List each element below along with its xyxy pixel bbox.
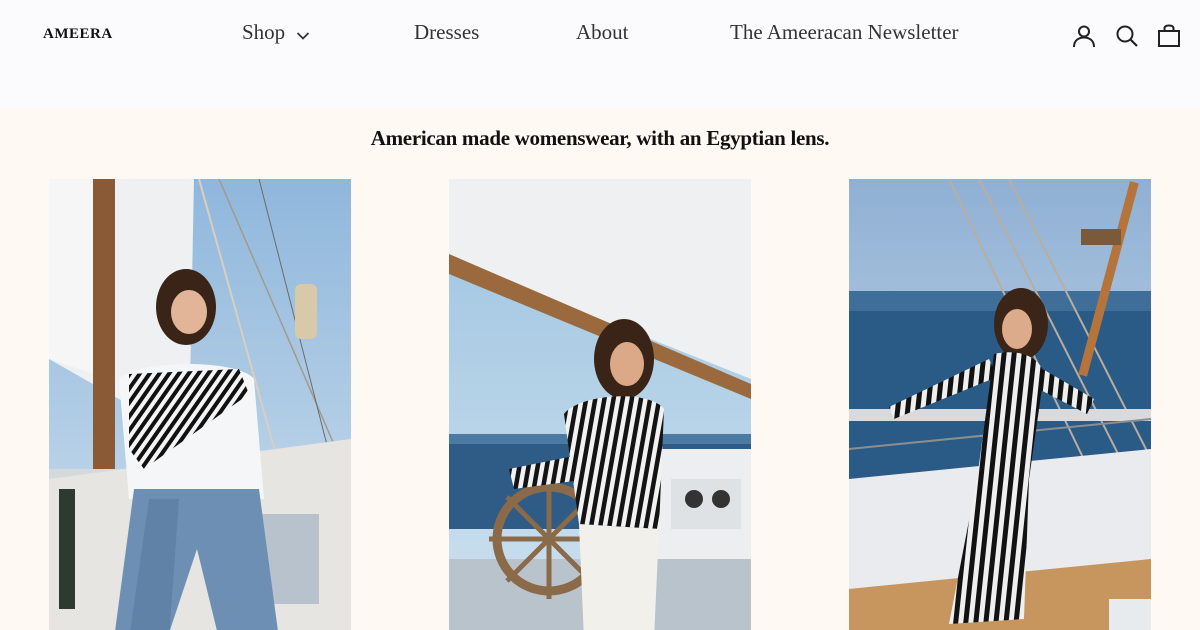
chevron-down-icon — [296, 22, 310, 47]
site-header: AMEERA Shop Dresses About The Ameeracan … — [0, 0, 1200, 108]
hero-section: American made womenswear, with an Egypti… — [0, 108, 1200, 630]
nav-shop-label: Shop — [242, 20, 286, 44]
product-photo-2[interactable] — [449, 179, 751, 630]
search-icon[interactable] — [1114, 23, 1140, 49]
product-photo-1[interactable] — [49, 179, 351, 630]
nav-shop[interactable]: Shop — [242, 20, 310, 47]
cart-icon[interactable] — [1156, 23, 1182, 49]
nav-newsletter[interactable]: The Ameeracan Newsletter — [730, 20, 959, 45]
nav-about[interactable]: About — [576, 20, 629, 45]
hero-tagline: American made womenswear, with an Egypti… — [370, 126, 830, 150]
brand-logo[interactable]: AMEERA — [43, 26, 113, 43]
product-photo-3[interactable] — [849, 179, 1151, 630]
nav-dresses[interactable]: Dresses — [414, 20, 479, 45]
account-icon[interactable] — [1071, 23, 1097, 49]
